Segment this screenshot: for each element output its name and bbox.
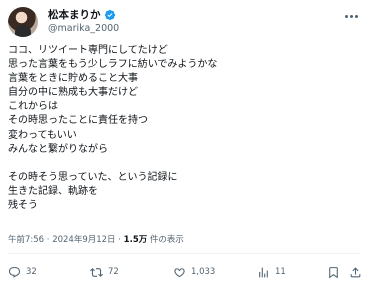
meta-separator: · <box>44 235 53 245</box>
meta-separator: · <box>115 235 124 245</box>
tweet-line: 言葉をときに貯めること大事 <box>8 73 138 85</box>
tweet-line: 思った言葉をもう少しラフに紡いでみようかな <box>8 59 218 71</box>
tweet-card: 松本まりか @marika_2000 ココ、リツイート専門にしてたけど 思った言… <box>0 0 369 293</box>
name-row: 松本まりか <box>48 8 116 22</box>
tweet-line: 自分の中に熟成も大事だけど <box>8 87 138 99</box>
tweet-header: 松本まりか @marika_2000 <box>8 6 361 38</box>
retweet-icon <box>90 267 103 277</box>
tweet-line: その時そう思っていた、という記録に <box>8 171 178 183</box>
tweet-line: これからは <box>8 101 58 113</box>
tweet-views-count: 1.5万 <box>123 235 148 245</box>
retweet-button[interactable]: 72 <box>90 262 119 282</box>
reply-button[interactable]: 32 <box>8 262 37 282</box>
like-button[interactable]: 1,033 <box>173 262 215 282</box>
divider <box>8 253 361 254</box>
heart-icon <box>174 267 185 277</box>
tweet-date[interactable]: 2024年9月12日 <box>52 235 115 245</box>
tweet-line: ココ、リツイート専門にしてたけど <box>8 45 168 56</box>
tweet-meta: 午前7:56 · 2024年9月12日 · 1.5万 件の表示 <box>8 235 184 246</box>
retweet-count: 72 <box>108 267 119 277</box>
share-icon <box>350 266 361 277</box>
tweet-line: 変わってもいい <box>8 129 77 141</box>
avatar[interactable] <box>8 7 38 37</box>
action-bar: 32 72 1,033 11 <box>8 262 361 282</box>
views-bar-chart-icon <box>259 267 268 277</box>
like-count: 1,033 <box>191 267 216 277</box>
tweet-time[interactable]: 午前7:56 <box>8 235 44 245</box>
bookmark-button[interactable] <box>327 262 340 282</box>
views-button[interactable]: 11 <box>257 262 286 282</box>
tweet-line: みんなと繋がりながら <box>8 143 108 155</box>
bookmark-icon <box>329 266 338 278</box>
verified-badge-icon <box>104 9 115 21</box>
display-name[interactable]: 松本まりか <box>48 8 101 22</box>
tweet-views-label: 件の表示 <box>147 235 184 245</box>
views-count: 11 <box>275 267 286 277</box>
tweet-line: その時思ったことに責任を持つ <box>8 115 148 127</box>
tweet-line: 残そう <box>8 200 38 212</box>
tweet-text: ココ、リツイート専門にしてたけど 思った言葉をもう少しラフに紡いでみようかな 言… <box>8 44 361 213</box>
tweet-line: 生きた記録、軌跡を <box>8 185 98 197</box>
reply-count: 32 <box>26 267 37 277</box>
user-handle[interactable]: @marika_2000 <box>48 23 119 35</box>
share-button[interactable] <box>349 262 362 282</box>
more-options-icon[interactable] <box>341 6 361 26</box>
reply-icon <box>8 266 21 278</box>
